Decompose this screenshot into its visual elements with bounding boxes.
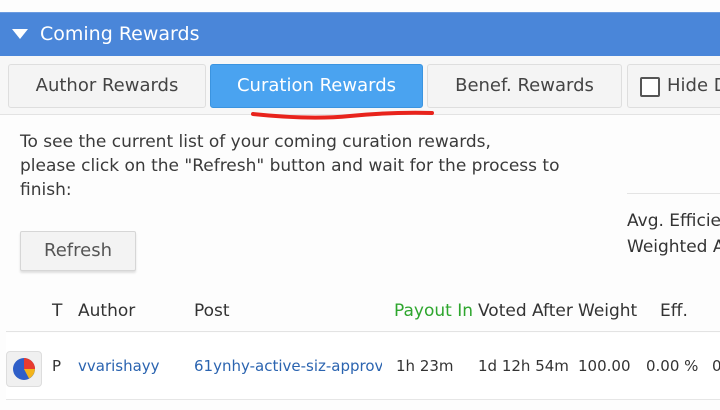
- row-voted-after: 1d 12h 54m: [478, 357, 569, 375]
- hide-label: Hide D: [667, 75, 720, 96]
- col-weight[interactable]: Weight: [578, 301, 637, 321]
- col-type[interactable]: T: [52, 301, 62, 321]
- efficiency-stats: Avg. Efficie Weighted A: [627, 208, 720, 260]
- col-post[interactable]: Post: [194, 301, 230, 321]
- red-underline-annotation: [251, 110, 434, 120]
- row-type: P: [52, 357, 62, 375]
- coming-rewards-header[interactable]: Coming Rewards: [0, 12, 720, 56]
- row-eff: 0.00 %: [646, 357, 699, 375]
- col-eff[interactable]: Eff.: [660, 301, 688, 321]
- table-row[interactable]: P vvarishayy 61ynhy-active-siz-approv 1h…: [6, 333, 720, 400]
- tab-curation-rewards[interactable]: Curation Rewards: [210, 64, 423, 108]
- hide-toggle[interactable]: Hide D: [627, 64, 720, 108]
- refresh-button[interactable]: Refresh: [20, 231, 136, 271]
- hide-checkbox[interactable]: [640, 77, 660, 97]
- tab-benef-rewards[interactable]: Benef. Rewards: [427, 64, 622, 108]
- row-extra: 0: [712, 357, 720, 375]
- panel-title: Coming Rewards: [40, 23, 200, 45]
- info-text: To see the current list of your coming c…: [20, 132, 560, 200]
- col-payout-in[interactable]: Payout In: [394, 301, 473, 321]
- row-post-link[interactable]: 61ynhy-active-siz-approv: [194, 357, 382, 375]
- row-weight: 100.00: [578, 357, 631, 375]
- pie-chart-icon[interactable]: [6, 351, 42, 387]
- curation-table: T Author Post Payout In Voted After Weig…: [6, 293, 720, 403]
- collapse-triangle-icon[interactable]: [12, 29, 28, 39]
- table-header: T Author Post Payout In Voted After Weig…: [6, 293, 720, 332]
- col-author[interactable]: Author: [78, 301, 135, 321]
- tab-author-rewards[interactable]: Author Rewards: [8, 64, 206, 108]
- avg-efficiency-label: Avg. Efficie: [627, 211, 720, 231]
- row-payout-in: 1h 23m: [396, 357, 454, 375]
- stats-divider: [627, 193, 720, 194]
- row-author-link[interactable]: vvarishayy: [78, 357, 160, 375]
- weighted-label: Weighted A: [627, 237, 720, 257]
- col-voted-after[interactable]: Voted After: [478, 301, 573, 321]
